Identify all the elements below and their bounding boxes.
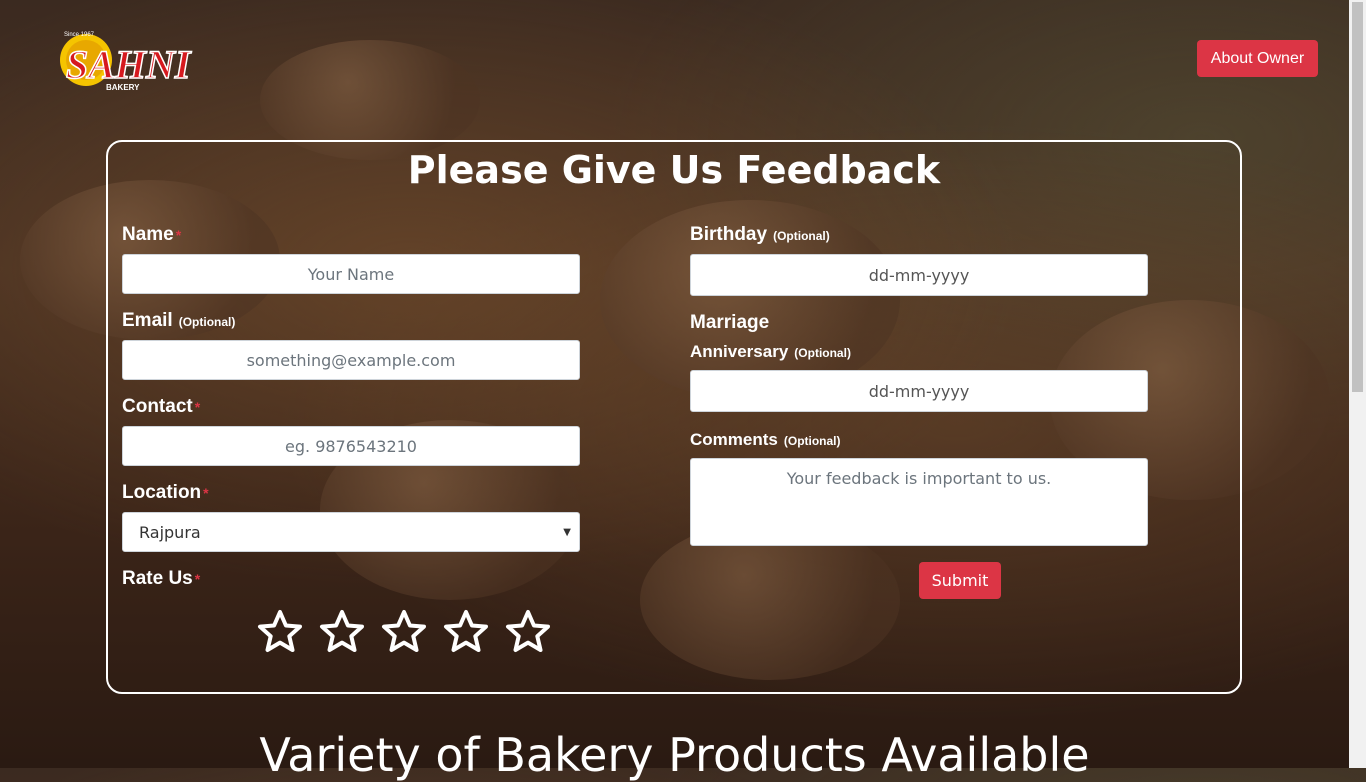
- form-title: Please Give Us Feedback: [407, 148, 941, 192]
- star-outline-icon[interactable]: [318, 608, 366, 656]
- anniversary-label: Anniversary (Optional): [690, 342, 851, 361]
- about-owner-button[interactable]: About Owner: [1197, 40, 1318, 77]
- caret-down-icon: ▼: [563, 526, 571, 538]
- star-outline-icon[interactable]: [442, 608, 490, 656]
- birthday-input[interactable]: dd-mm-yyyy: [690, 254, 1148, 296]
- page-scrollbar[interactable]: [1349, 0, 1366, 768]
- submit-button[interactable]: Submit: [919, 562, 1001, 599]
- name-input[interactable]: Your Name: [122, 254, 580, 294]
- contact-input[interactable]: eg. 9876543210: [122, 426, 580, 466]
- email-input[interactable]: something@example.com: [122, 340, 580, 380]
- logo-sub-text: BAKERY: [106, 83, 140, 92]
- birthday-label: Birthday (Optional): [690, 224, 830, 245]
- products-heading: Variety of Bakery Products Available: [259, 728, 1090, 782]
- star-outline-icon[interactable]: [504, 608, 552, 656]
- logo-since-text: Since 1967: [64, 32, 95, 38]
- location-select[interactable]: Rajpura ▼: [122, 512, 580, 552]
- star-rating[interactable]: [256, 608, 552, 656]
- name-label: Name *: [122, 224, 182, 245]
- email-label: Email (Optional): [122, 310, 236, 331]
- anniversary-label-line1: Marriage: [690, 312, 770, 333]
- anniversary-input[interactable]: dd-mm-yyyy: [690, 370, 1148, 412]
- rate-label: Rate Us *: [122, 568, 201, 589]
- brand-logo[interactable]: Since 1967 SAHNI BAKERY: [44, 18, 234, 98]
- logo-text: SAHNI: [66, 42, 192, 87]
- feedback-form: Please Give Us Feedback Name * Your Name …: [106, 140, 1242, 694]
- scrollbar-thumb[interactable]: [1352, 2, 1363, 392]
- location-selected-value: Rajpura: [139, 522, 201, 542]
- contact-label: Contact *: [122, 396, 201, 417]
- comments-label: Comments (Optional): [690, 430, 841, 449]
- location-label: Location *: [122, 482, 209, 503]
- comments-textarea[interactable]: Your feedback is important to us.: [690, 458, 1148, 546]
- star-outline-icon[interactable]: [256, 608, 304, 656]
- star-outline-icon[interactable]: [380, 608, 428, 656]
